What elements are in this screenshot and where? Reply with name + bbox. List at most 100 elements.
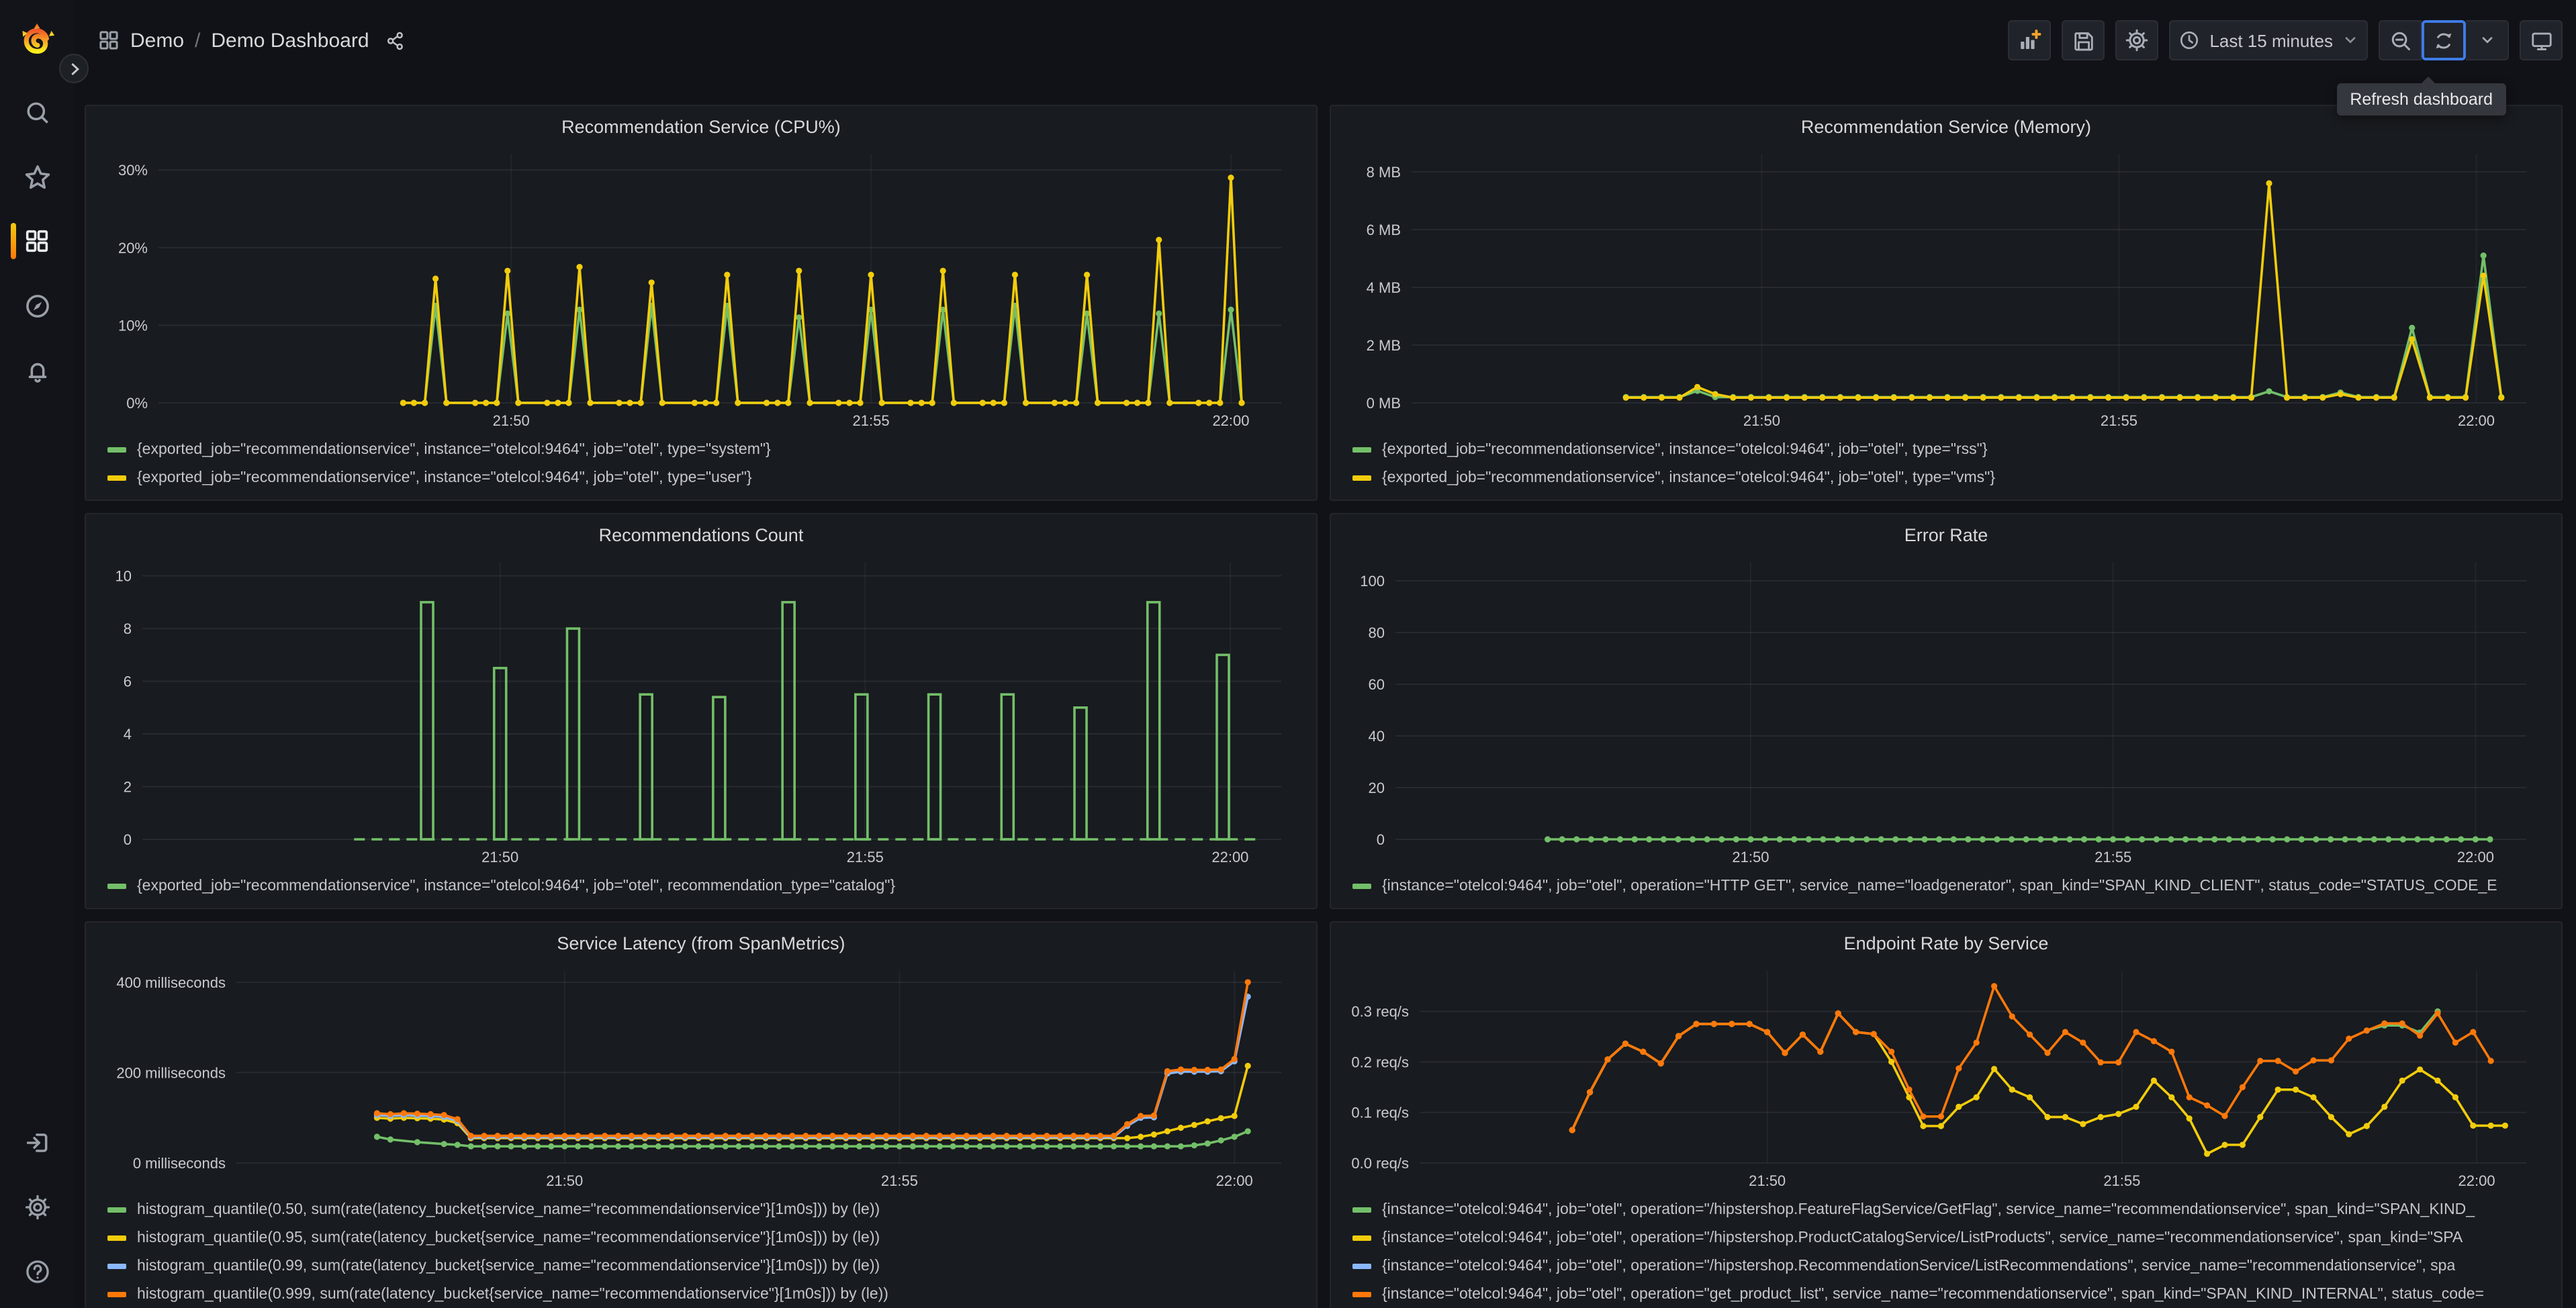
zoom-out-icon	[2391, 31, 2409, 50]
sidebar-item-sign-in[interactable]	[0, 1116, 74, 1168]
grafana-app: Demo / Demo Dashboard Last 15 minutes Re…	[0, 0, 2576, 1308]
legend-item[interactable]: {instance="otelcol:9464", job="otel", op…	[1352, 1280, 2545, 1308]
panel-legend: {instance="otelcol:9464", job="otel", op…	[1347, 869, 2545, 900]
panel-chart[interactable]: 0.0 req/s 0.1 req/s 0.2 req/s 0.3 req/s 21:5…	[1347, 957, 2545, 1193]
svg-text:100: 100	[1360, 573, 1385, 590]
legend-label: {exported_job="recommendationservice", i…	[137, 441, 771, 457]
legend-item[interactable]: histogram_quantile(0.95, sum(rate(latenc…	[107, 1223, 1300, 1252]
legend-label: histogram_quantile(0.99, sum(rate(latenc…	[137, 1258, 880, 1274]
legend-label: histogram_quantile(0.50, sum(rate(latenc…	[137, 1201, 880, 1217]
breadcrumb-separator: /	[195, 29, 201, 52]
legend-item[interactable]: {instance="otelcol:9464", job="otel", op…	[1352, 1252, 2545, 1280]
panel-6: Endpoint Rate by Service 0.0 req/s 0.1 req…	[1330, 921, 2563, 1308]
legend-swatch-icon	[1352, 1235, 1371, 1240]
legend-swatch-icon	[1352, 475, 1371, 480]
legend-label: {exported_job="recommendationservice", i…	[137, 878, 896, 894]
panel-title[interactable]: Service Latency (from SpanMetrics)	[102, 931, 1300, 957]
svg-text:21:50: 21:50	[1743, 412, 1780, 429]
svg-text:21:55: 21:55	[881, 1172, 918, 1189]
svg-text:8: 8	[124, 620, 132, 637]
dashboard-settings-button[interactable]	[2115, 20, 2159, 60]
svg-text:400 milliseconds: 400 milliseconds	[116, 974, 226, 991]
zoom-out-button[interactable]	[2379, 20, 2422, 60]
svg-text:0.0 req/s: 0.0 req/s	[1351, 1155, 1409, 1172]
svg-text:21:55: 21:55	[847, 849, 884, 866]
refresh-interval-dropdown[interactable]	[2466, 20, 2509, 60]
panel-title[interactable]: Recommendation Service (CPU%)	[102, 114, 1300, 141]
svg-text:21:55: 21:55	[2103, 1172, 2140, 1189]
sidebar-item-starred[interactable]	[0, 150, 74, 203]
legend-label: {exported_job="recommendationservice", i…	[137, 469, 752, 485]
chart-svg: 0 2 4 6 8 10 21:50 21:55 22:00	[116, 563, 1281, 866]
legend-item[interactable]: histogram_quantile(0.999, sum(rate(laten…	[107, 1280, 1300, 1308]
sidebar-item-explore[interactable]	[0, 279, 74, 332]
sidebar-item-alerting[interactable]	[0, 344, 74, 396]
svg-text:0.3 req/s: 0.3 req/s	[1351, 1003, 1409, 1020]
dashboards-grid-icon	[26, 230, 48, 252]
panel-legend: {exported_job="recommendationservice", i…	[102, 869, 1300, 900]
gear-icon	[2126, 29, 2148, 52]
svg-text:21:50: 21:50	[1749, 1172, 1786, 1189]
legend-item[interactable]: histogram_quantile(0.50, sum(rate(latenc…	[107, 1195, 1300, 1223]
legend-swatch-icon	[1352, 883, 1371, 888]
svg-text:2 MB: 2 MB	[1367, 337, 1401, 354]
svg-text:22:00: 22:00	[1216, 1172, 1253, 1189]
panel-title[interactable]: Endpoint Rate by Service	[1347, 931, 2545, 957]
legend-item[interactable]: {exported_job="recommendationservice", i…	[107, 872, 1300, 900]
legend-label: {exported_job="recommendationservice", i…	[1382, 469, 1996, 485]
legend-item[interactable]: {exported_job="recommendationservice", i…	[107, 463, 1300, 492]
clock-icon	[2180, 31, 2199, 50]
sidebar-item-search[interactable]	[0, 86, 74, 138]
breadcrumb-section[interactable]: Demo	[130, 29, 184, 52]
svg-text:22:00: 22:00	[2458, 1172, 2495, 1189]
legend-item[interactable]: {instance="otelcol:9464", job="otel", op…	[1352, 872, 2545, 900]
panel-chart[interactable]: 0 20 40 60 80 100 21:50 21:55 22:00	[1347, 549, 2545, 869]
panel-chart[interactable]: 0 milliseconds 200 milliseconds 400 millis…	[102, 957, 1300, 1193]
legend-label: histogram_quantile(0.95, sum(rate(latenc…	[137, 1229, 880, 1246]
svg-text:22:00: 22:00	[1211, 849, 1248, 866]
svg-text:10%: 10%	[118, 317, 148, 334]
svg-text:22:00: 22:00	[1212, 412, 1249, 429]
svg-text:60: 60	[1369, 676, 1385, 693]
legend-item[interactable]: histogram_quantile(0.99, sum(rate(latenc…	[107, 1252, 1300, 1280]
legend-label: {exported_job="recommendationservice", i…	[1382, 441, 1988, 457]
svg-text:0.1 req/s: 0.1 req/s	[1351, 1105, 1409, 1121]
time-range-picker[interactable]: Last 15 minutes	[2169, 20, 2368, 60]
svg-text:8 MB: 8 MB	[1367, 164, 1401, 181]
svg-text:21:55: 21:55	[853, 412, 890, 429]
legend-item[interactable]: {exported_job="recommendationservice", i…	[1352, 435, 2545, 463]
legend-item[interactable]: {exported_job="recommendationservice", i…	[1352, 463, 2545, 492]
legend-label: histogram_quantile(0.999, sum(rate(laten…	[137, 1286, 888, 1302]
legend-item[interactable]: {instance="otelcol:9464", job="otel", op…	[1352, 1223, 2545, 1252]
legend-swatch-icon	[1352, 1291, 1371, 1297]
panel-title[interactable]: Error Rate	[1347, 522, 2545, 549]
legend-item[interactable]: {exported_job="recommendationservice", i…	[107, 435, 1300, 463]
panel-legend: {exported_job="recommendationservice", i…	[1347, 432, 2545, 492]
refresh-dashboard-button[interactable]	[2422, 20, 2466, 60]
legend-label: {instance="otelcol:9464", job="otel", op…	[1382, 1258, 2456, 1274]
panel-title[interactable]: Recommendations Count	[102, 522, 1300, 549]
kiosk-mode-button[interactable]	[2520, 20, 2563, 60]
sidebar-expand-button[interactable]	[59, 54, 89, 83]
share-dashboard-button[interactable]	[380, 24, 412, 56]
add-panel-button[interactable]	[2008, 20, 2052, 60]
legend-swatch-icon	[1352, 447, 1371, 452]
svg-text:6: 6	[124, 673, 132, 690]
sidebar-bottom	[0, 1116, 74, 1297]
panel-chart[interactable]: 0 MB 2 MB 4 MB 6 MB 8 MB 21:50 21:55 22:00	[1347, 141, 2545, 432]
refresh-group	[2379, 20, 2509, 60]
save-icon	[2074, 32, 2093, 50]
sidebar-item-configuration[interactable]	[0, 1180, 74, 1233]
chevron-down-icon	[2481, 37, 2492, 44]
panel-chart[interactable]: 0 2 4 6 8 10 21:50 21:55 22:00	[102, 549, 1300, 869]
save-dashboard-button[interactable]	[2062, 20, 2105, 60]
panel-title[interactable]: Recommendation Service (Memory)	[1347, 114, 2545, 141]
sidebar-item-dashboards[interactable]	[0, 215, 74, 267]
legend-item[interactable]: {instance="otelcol:9464", job="otel", op…	[1352, 1195, 2545, 1223]
legend-swatch-icon	[107, 1207, 126, 1212]
legend-label: {instance="otelcol:9464", job="otel", op…	[1382, 1286, 2485, 1302]
panel-chart[interactable]: 0% 10% 20% 30% 21:50 21:55 22:00	[102, 141, 1300, 432]
sidebar-item-help[interactable]	[0, 1245, 74, 1297]
panel-4: Error Rate 0 20 40 60 80 100 21:50 21:55 22:00 {in…	[1330, 513, 2563, 909]
panel-1: Recommendation Service (CPU%) 0% 10% 20% 30%…	[85, 105, 1318, 501]
